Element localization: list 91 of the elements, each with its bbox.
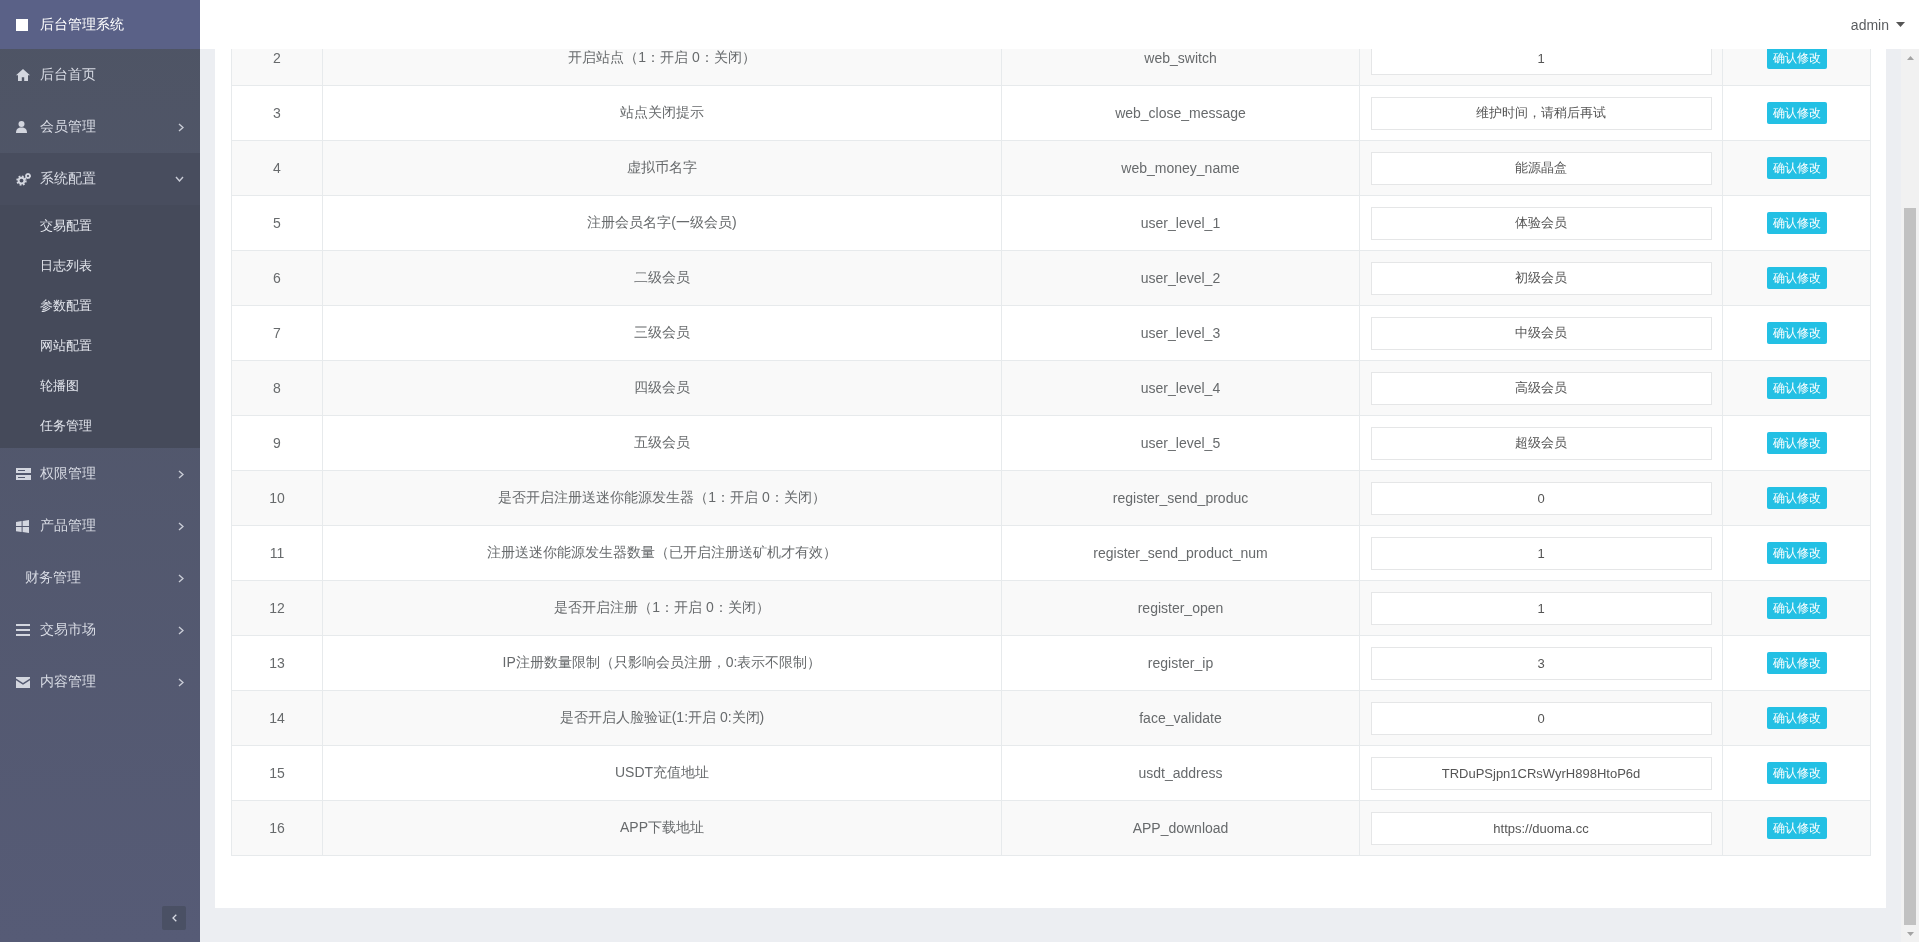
input-field[interactable]: 0	[1370, 481, 1712, 515]
table-cell: 8	[231, 360, 323, 416]
table-cell: 是否开启注册（1：开启 0：关闭）	[322, 580, 1002, 636]
square-icon	[16, 18, 28, 31]
server-icon	[16, 468, 31, 480]
input-field[interactable]: TRDuPSjpn1CRsWyrH898HtoP6d	[1370, 756, 1712, 790]
user-icon	[16, 121, 27, 133]
table-cell: face_validate	[1001, 690, 1360, 746]
input-field[interactable]: 维护时间，请稍后再试	[1370, 96, 1712, 130]
sidebar-subitem[interactable]: 交易配置	[0, 206, 200, 246]
table-cell: register_send_produc	[1001, 470, 1360, 526]
table-cell: 虚拟币名字	[322, 140, 1002, 196]
scroll-down-icon	[1906, 931, 1914, 936]
table-cell: user_level_4	[1001, 360, 1360, 416]
sidebar-subitem[interactable]: 任务管理	[0, 406, 200, 446]
input-field[interactable]: 1	[1370, 49, 1712, 75]
gears-icon	[16, 172, 31, 186]
input-field[interactable]: 超级会员	[1370, 426, 1712, 460]
table-cell: 5	[231, 195, 323, 251]
input-field[interactable]: 初级会员	[1370, 261, 1712, 295]
table-cell: user_level_3	[1001, 305, 1360, 361]
sidebar-item[interactable]: 会员管理	[0, 101, 200, 153]
input-field[interactable]: 高级会员	[1370, 371, 1712, 405]
sidebar-item[interactable]: 权限管理	[0, 448, 200, 500]
sidebar-item[interactable]: 内容管理	[0, 656, 200, 708]
sidebar-subitem[interactable]: 轮播图	[0, 366, 200, 406]
table-cell: 开启站点（1：开启 0：关闭）	[322, 49, 1002, 86]
table-cell: 3	[231, 85, 323, 141]
table-cell: IP注册数量限制（只影响会员注册，0:表示不限制）	[322, 635, 1002, 691]
table-cell: APP_download	[1001, 800, 1360, 856]
table-cell: 五级会员	[322, 415, 1002, 471]
table-cell: 是否开启人脸验证(1:开启 0:关闭)	[322, 690, 1002, 746]
table-cell: 16	[231, 800, 323, 856]
table-cell: register_send_product_num	[1001, 525, 1360, 581]
sidebar-subitem[interactable]: 日志列表	[0, 246, 200, 286]
scrollbar[interactable]	[1901, 49, 1919, 942]
scroll-up-icon	[1906, 55, 1914, 60]
home-icon	[16, 69, 30, 81]
table-cell: 7	[231, 305, 323, 361]
sidebar-subitem[interactable]: 网站配置	[0, 326, 200, 366]
table-cell: 4	[231, 140, 323, 196]
table-cell: user_level_1	[1001, 195, 1360, 251]
table-cell: 12	[231, 580, 323, 636]
input-field[interactable]: 能源晶盒	[1370, 151, 1712, 185]
sidebar-item[interactable]: 财务管理	[0, 552, 200, 604]
tiles-icon	[16, 519, 29, 533]
table-cell: USDT充值地址	[322, 745, 1002, 801]
chevron-left-icon	[171, 914, 177, 922]
table-cell: 14	[231, 690, 323, 746]
table-cell: 站点关闭提示	[322, 85, 1002, 141]
table-cell: 2	[231, 49, 323, 86]
table-cell: 11	[231, 525, 323, 581]
sidebar-item[interactable]: 后台首页	[0, 49, 200, 101]
table-cell: 二级会员	[322, 250, 1002, 306]
table-cell: usdt_address	[1001, 745, 1360, 801]
table-cell: 10	[231, 470, 323, 526]
table-cell: register_open	[1001, 580, 1360, 636]
user-menu[interactable]: admin	[1848, 14, 1907, 35]
table-cell: user_level_5	[1001, 415, 1360, 471]
sidebar-subitem[interactable]: 参数配置	[0, 286, 200, 326]
table-cell: 是否开启注册送迷你能源发生器（1：开启 0：关闭）	[322, 470, 1002, 526]
table-cell: user_level_2	[1001, 250, 1360, 306]
table-cell: register_ip	[1001, 635, 1360, 691]
caret-down-icon	[1896, 22, 1905, 27]
table-cell: web_close_message	[1001, 85, 1360, 141]
table-cell: 9	[231, 415, 323, 471]
envelope-icon	[16, 676, 30, 688]
sidebar-item[interactable]: 交易市场	[0, 604, 200, 656]
table-cell: web_switch	[1001, 49, 1360, 86]
table-cell: 四级会员	[322, 360, 1002, 416]
sidebar-item[interactable]: 系统配置	[0, 153, 200, 205]
sidebar-item[interactable]: 产品管理	[0, 500, 200, 552]
input-field[interactable]: 1	[1370, 536, 1712, 570]
input-field[interactable]: 3	[1370, 646, 1712, 680]
table-cell: 13	[231, 635, 323, 691]
input-field[interactable]: https://duoma.cc	[1370, 811, 1712, 845]
table-cell: 三级会员	[322, 305, 1002, 361]
bars-icon	[16, 624, 30, 636]
input-field[interactable]: 体验会员	[1370, 206, 1712, 240]
table-cell: 注册会员名字(一级会员)	[322, 195, 1002, 251]
input-field[interactable]: 0	[1370, 701, 1712, 735]
table-cell: 6	[231, 250, 323, 306]
table-cell: web_money_name	[1001, 140, 1360, 196]
input-field[interactable]: 1	[1370, 591, 1712, 625]
scrollbar-thumb[interactable]	[1904, 208, 1916, 925]
input-field[interactable]: 中级会员	[1370, 316, 1712, 350]
table-cell: APP下载地址	[322, 800, 1002, 856]
table-cell: 15	[231, 745, 323, 801]
table-cell: 注册送迷你能源发生器数量（已开启注册送矿机才有效）	[322, 525, 1002, 581]
collapse-button[interactable]	[162, 906, 186, 930]
app-title: 后台管理系统	[40, 15, 124, 34]
